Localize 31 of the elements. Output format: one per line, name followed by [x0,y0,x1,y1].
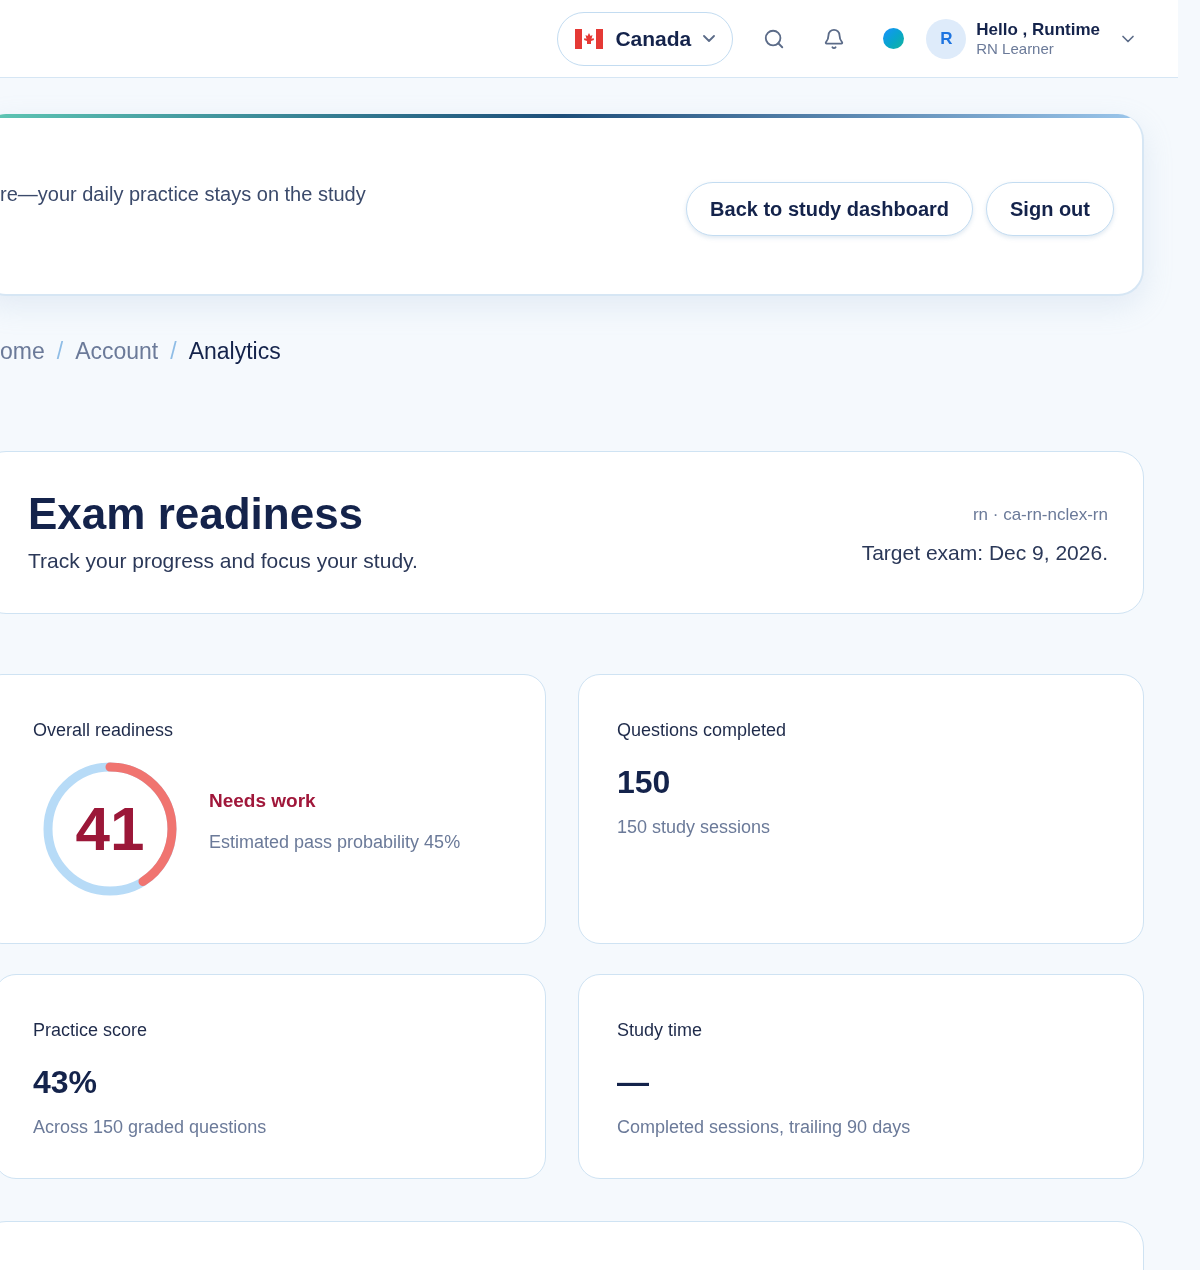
breadcrumb-link[interactable]: Account [75,334,159,369]
stat-note: Completed sessions, trailing 90 days [617,1115,912,1139]
chevron-down-icon [703,35,716,42]
stat-label: Overall readiness [33,718,175,742]
readiness-score: 41 [75,797,145,860]
user-greeting: Hello , Runtime [976,18,1100,40]
bell-icon[interactable] [823,27,846,50]
sign-out-button[interactable]: Sign out [986,182,1114,236]
stat-label: Study time [617,1018,704,1042]
hero-subtitle: re—your daily practice stays on the study [0,182,366,207]
back-to-dashboard-button[interactable]: Back to study dashboard [686,182,973,236]
breadcrumb-separator: / [56,337,64,366]
page-title: Exam readiness [28,487,365,540]
stat-label: Questions completed [617,718,788,742]
breadcrumb-link[interactable]: Analytics [188,334,281,369]
readiness-status: Needs work [209,788,317,813]
search-icon[interactable] [763,27,786,50]
avatar[interactable]: R [926,18,967,59]
breadcrumb-link[interactable]: ome [0,334,45,369]
stat-note: 150 study sessions [617,815,772,839]
breadcrumb-separator: / [170,337,177,366]
stat-note: Across 150 graded questions [33,1115,268,1139]
pass-probability: Estimated pass probability 45% [209,831,461,855]
exam-code: rn · ca-rn-nclex-rn [972,503,1108,526]
page-subtitle: Track your progress and focus your study. [28,547,418,574]
user-role: RN Learner [976,39,1055,59]
stat-value: 43% [33,1062,99,1102]
stat-label: Practice score [33,1018,149,1042]
stat-value: 150 [617,762,672,802]
stat-value: — [617,1062,650,1102]
target-exam-date: Target exam: Dec 9, 2026. [861,540,1108,566]
